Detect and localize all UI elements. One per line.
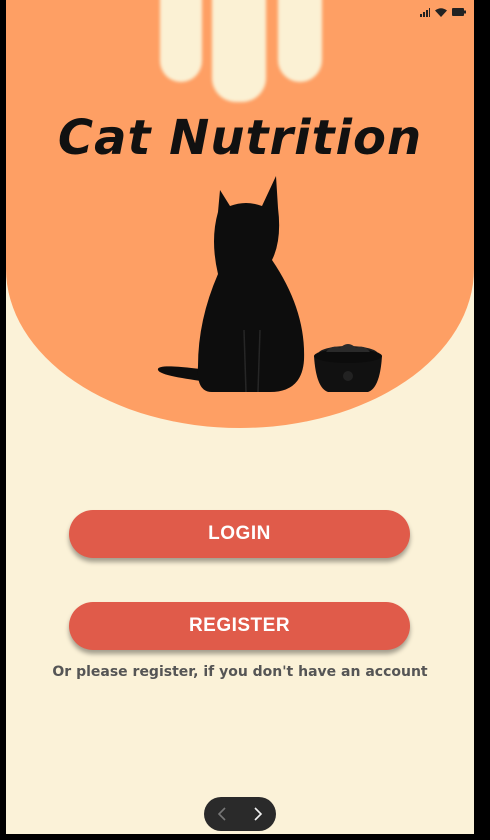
login-button[interactable]: LOGIN <box>69 510 410 558</box>
navigation-pill <box>204 797 276 831</box>
food-bowl-icon <box>314 344 382 392</box>
battery-icon <box>452 8 466 16</box>
decorative-stripe <box>278 0 322 82</box>
app-title: Cat Nutrition <box>57 110 423 166</box>
cat-silhouette-icon <box>157 176 305 393</box>
chevron-left-icon[interactable] <box>208 800 236 828</box>
decorative-stripe <box>160 0 202 82</box>
register-hint: Or please register, if you don't have an… <box>52 664 428 680</box>
cat-illustration <box>157 176 382 393</box>
wifi-icon <box>435 7 447 17</box>
signal-icon <box>420 7 430 17</box>
status-bar <box>420 6 466 18</box>
decorative-stripe <box>212 0 266 102</box>
app-screen: Cat Nutrition LOGIN REGISTER Or please r… <box>6 0 474 834</box>
register-button[interactable]: REGISTER <box>69 602 410 650</box>
chevron-right-icon[interactable] <box>244 800 272 828</box>
